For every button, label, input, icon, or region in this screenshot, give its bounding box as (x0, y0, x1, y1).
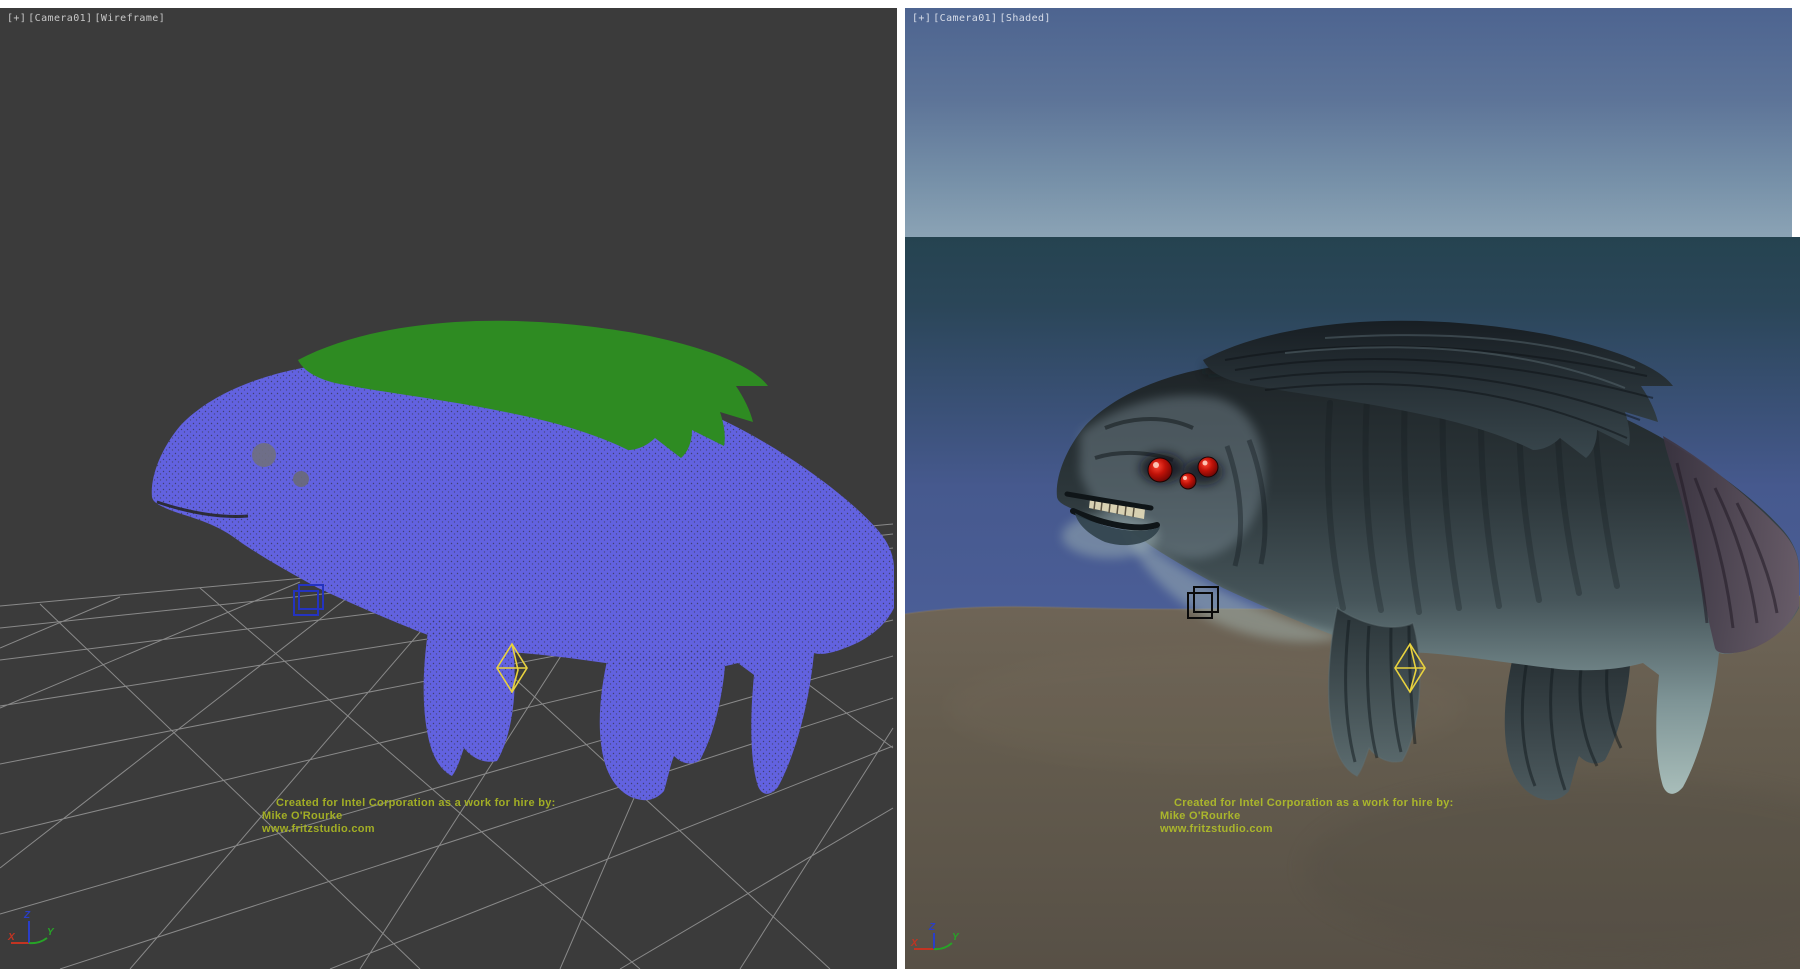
viewport-shading-label[interactable]: [Shaded] (999, 13, 1050, 24)
viewport-shading-label[interactable]: [Wireframe] (94, 13, 165, 24)
credit-line-1: Created for Intel Corporation as a work … (1160, 797, 1454, 810)
world-axis-gizmo: X Y Z (7, 905, 63, 963)
fish-eye-mid (1180, 473, 1196, 489)
credit-line-3: www.fritzstudio.com (262, 823, 556, 836)
viewport-label-left[interactable]: [+][Camera01][Wireframe] (7, 13, 167, 24)
viewport-menu-button[interactable]: [+] (7, 13, 26, 24)
credit-text-right: Created for Intel Corporation as a work … (1160, 797, 1454, 836)
eye-highlight-2 (1183, 476, 1187, 480)
y-axis-line (934, 943, 952, 949)
z-axis-label: Z (928, 922, 936, 933)
credit-line-2: Mike O'Rourke (1160, 810, 1454, 823)
viewport-shaded[interactable]: [+][Camera01][Shaded] Created for Intel … (905, 8, 1800, 969)
world-axis-gizmo: X Y Z (910, 909, 966, 967)
y-axis-line (29, 938, 47, 943)
z-axis-label: Z (23, 910, 31, 921)
x-axis-label: X (7, 932, 16, 943)
viewport-layout: [+][Camera01][Wireframe] Created for Int… (0, 0, 1800, 978)
viewport-wireframe[interactable]: [+][Camera01][Wireframe] Created for Int… (0, 8, 897, 969)
viewport-camera-label[interactable]: [Camera01] (28, 13, 92, 24)
fish-tail-fin-stipple (600, 638, 726, 800)
eye-highlight-1 (1153, 462, 1159, 468)
fish-eye-large (1148, 458, 1172, 482)
frame-top (0, 0, 1800, 8)
frame-bottom (0, 969, 1800, 978)
y-axis-label: Y (952, 932, 960, 943)
fish-eye-small (1198, 457, 1218, 477)
fish-model-wireframe[interactable] (152, 321, 894, 800)
credit-text-left: Created for Intel Corporation as a work … (262, 797, 556, 836)
credit-line-2: Mike O'Rourke (262, 810, 556, 823)
fish-eye-spot-small (293, 471, 309, 487)
eye-highlight-3 (1203, 461, 1208, 466)
x-axis-label: X (910, 938, 919, 949)
box-helper-wireframe[interactable] (294, 585, 323, 615)
credit-line-3: www.fritzstudio.com (1160, 823, 1454, 836)
y-axis-label: Y (47, 927, 55, 938)
fish-front-fin-stipple (424, 608, 515, 776)
fish-body-mesh-stipple (152, 357, 894, 793)
viewport-menu-button[interactable]: [+] (912, 13, 931, 24)
viewport-label-right[interactable]: [+][Camera01][Shaded] (912, 13, 1053, 24)
credit-line-1: Created for Intel Corporation as a work … (262, 797, 556, 810)
viewport-splitter[interactable] (897, 8, 905, 969)
viewport-camera-label[interactable]: [Camera01] (933, 13, 997, 24)
fish-eye-spot-large (252, 443, 276, 467)
